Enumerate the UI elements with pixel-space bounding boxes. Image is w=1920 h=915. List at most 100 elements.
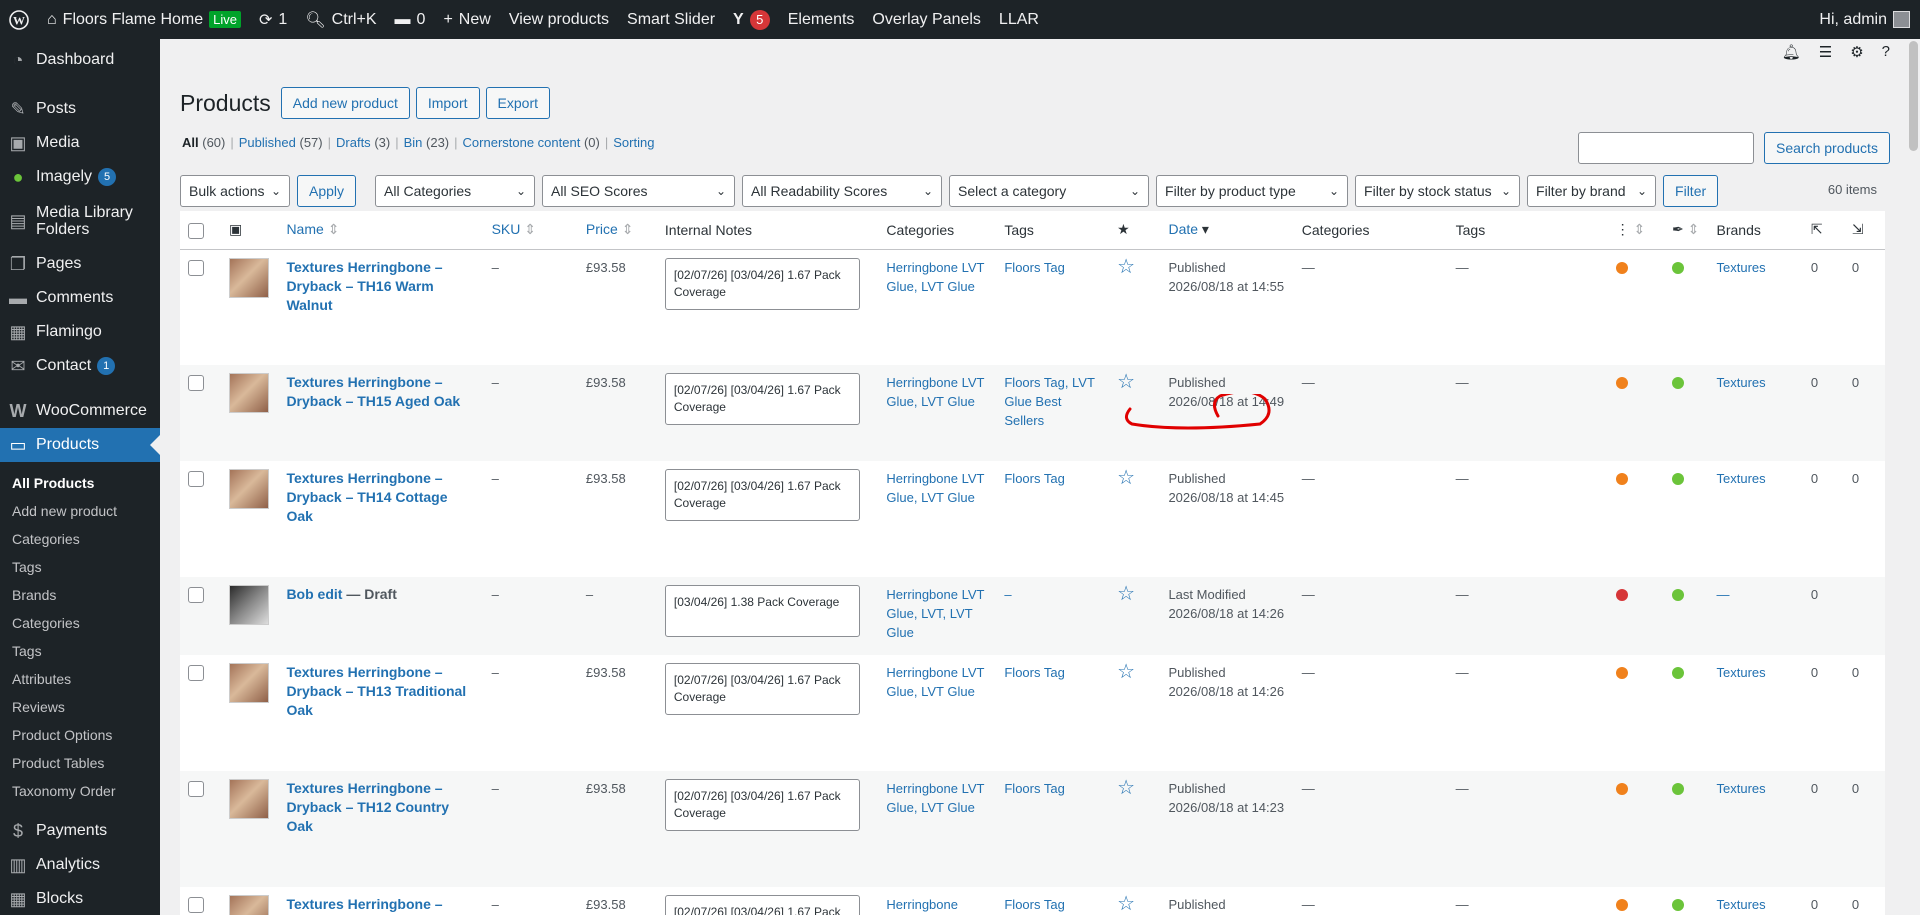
overlay-panels-link[interactable]: Overlay Panels (863, 0, 990, 39)
internal-notes-field[interactable]: [02/07/26] [03/04/26] 1.67 Pack Coverage (664, 663, 860, 715)
featured-star-icon[interactable]: ☆ (1117, 256, 1135, 278)
wordpress-logo-icon[interactable]: W (0, 0, 38, 39)
tags-link[interactable]: Floors Tag, LVT Glue Best Sellers (1004, 375, 1094, 428)
price-column[interactable]: Price ⇕ (577, 211, 657, 250)
name-header[interactable]: Name (286, 221, 323, 237)
menu-payments[interactable]: $ Payments (0, 814, 160, 848)
product-title-link[interactable]: Bob edit (286, 586, 342, 602)
menu-products[interactable]: ▭ Products (0, 428, 160, 462)
internal-notes-field[interactable]: [02/07/26] [03/04/26] 1.67 Pack Coverage (664, 257, 860, 310)
product-thumbnail[interactable] (229, 585, 270, 625)
export-button[interactable]: Export (485, 87, 550, 119)
brand-link[interactable]: Textures (1717, 781, 1766, 796)
product-type-select[interactable]: Filter by product type ⌄ (1156, 175, 1349, 207)
seo-scores-select[interactable]: All SEO Scores ⌄ (542, 175, 736, 207)
product-thumbnail[interactable] (229, 895, 270, 915)
sku-header[interactable]: SKU (492, 221, 521, 237)
menu-dashboard[interactable]: ◔ Dashboard (0, 43, 160, 77)
gear-icon[interactable]: ⚙ (1850, 43, 1863, 61)
llar-link[interactable]: LLAR (990, 0, 1048, 39)
tags-link[interactable]: Floors Tag (1004, 665, 1064, 680)
product-thumbnail[interactable] (229, 663, 270, 703)
view-products-link[interactable]: View products (500, 0, 618, 39)
readability-select[interactable]: All Readability Scores ⌄ (742, 175, 943, 207)
search-input[interactable] (1578, 132, 1754, 164)
menu-flamingo[interactable]: ▦ Flamingo (0, 315, 160, 349)
featured-star-icon[interactable]: ☆ (1117, 371, 1135, 393)
view-cornerstone[interactable]: Cornerstone content (0) (463, 135, 600, 150)
menu-woocommerce[interactable]: W WooCommerce (0, 394, 160, 428)
yoast-link[interactable]: Y 5 (724, 0, 779, 39)
date-header[interactable]: Date (1168, 221, 1198, 237)
submenu-add-new-product[interactable]: Add new product (12, 503, 117, 519)
row-checkbox[interactable] (188, 897, 204, 913)
list-icon[interactable]: ☰ (1819, 43, 1832, 61)
product-thumbnail[interactable] (229, 257, 270, 298)
menu-media[interactable]: ▣ Media (0, 126, 160, 160)
submenu-all-products[interactable]: All Products (12, 475, 94, 491)
tags-link[interactable]: – (1004, 587, 1011, 602)
product-title-link[interactable]: Textures Herringbone – (286, 896, 442, 912)
featured-star-icon[interactable]: ☆ (1117, 661, 1135, 683)
view-all[interactable]: All (60) (182, 135, 225, 150)
select-all-checkbox[interactable] (188, 222, 204, 239)
submenu-categories-2[interactable]: Categories (12, 615, 80, 631)
menu-media-library-folders[interactable]: ▤ Media Library Folders (0, 199, 160, 243)
row-checkbox[interactable] (188, 471, 204, 487)
submenu-tags-2[interactable]: Tags (12, 643, 42, 659)
filter-button[interactable]: Filter (1663, 175, 1719, 207)
product-title-link[interactable]: Textures Herringbone – Dryback – TH14 Co… (286, 470, 447, 524)
brand-link[interactable]: — (1717, 587, 1730, 602)
command-search[interactable]: 🔍︎ Ctrl+K (296, 0, 385, 39)
categories-link[interactable]: Herringbone LVT Glue, LVT Glue (886, 471, 984, 505)
featured-star-icon[interactable]: ☆ (1117, 467, 1135, 489)
view-drafts[interactable]: Drafts (3) (336, 135, 390, 150)
row-checkbox[interactable] (188, 259, 204, 276)
categories-link[interactable]: Herringbone LVT Glue, LVT, LVT Glue (886, 587, 984, 640)
search-products-button[interactable]: Search products (1764, 132, 1890, 164)
menu-blocks[interactable]: ▦ Blocks (0, 882, 160, 915)
product-title-link[interactable]: Textures Herringbone – Dryback – TH16 Wa… (286, 259, 442, 313)
help-icon[interactable]: ? (1882, 43, 1890, 61)
my-account[interactable]: Hi, admin (1810, 0, 1920, 39)
internal-notes-field[interactable]: [03/04/26] 1.38 Pack Coverage (664, 585, 860, 637)
comments-link[interactable]: ▬ 0 (386, 0, 435, 39)
updates-link[interactable]: ⟳ 1 (250, 0, 296, 39)
categories-link[interactable]: Herringbone LVT Glue, LVT Glue (886, 665, 984, 699)
submenu-reviews[interactable]: Reviews (12, 699, 65, 715)
categories-link[interactable]: Herringbone LVT Glue, LVT Glue (886, 781, 984, 815)
product-thumbnail[interactable] (229, 373, 270, 413)
bulk-actions-select[interactable]: Bulk actions ⌄ (180, 175, 290, 207)
categories-link[interactable]: Herringbone (886, 897, 958, 912)
add-new-product-button[interactable]: Add new product (280, 87, 410, 119)
brand-link[interactable]: Textures (1717, 897, 1766, 912)
new-content-link[interactable]: + New (434, 0, 499, 39)
seo-column[interactable]: ⋮ ⇕ (1607, 211, 1665, 250)
tags-link[interactable]: Floors Tag (1004, 897, 1064, 912)
product-title-link[interactable]: Textures Herringbone – Dryback – TH15 Ag… (286, 374, 460, 409)
menu-analytics[interactable]: ▥ Analytics (0, 848, 160, 882)
row-checkbox[interactable] (188, 587, 204, 603)
submenu-product-options[interactable]: Product Options (12, 727, 112, 743)
site-name-link[interactable]: ⌂ Floors Flame Home Live (38, 0, 250, 39)
brand-select[interactable]: Filter by brand ⌄ (1527, 175, 1657, 207)
product-thumbnail[interactable] (229, 469, 270, 509)
readability-column[interactable]: ✒ ⇕ (1664, 211, 1709, 250)
notification-icon[interactable]: 🔔︎ (1782, 43, 1801, 61)
brand-link[interactable]: Textures (1717, 375, 1766, 390)
inbound-links-column[interactable]: ⇱ (1802, 211, 1844, 250)
name-column[interactable]: Name ⇕ (278, 211, 484, 250)
view-sorting[interactable]: Sorting (613, 135, 654, 150)
outbound-links-column[interactable]: ⇲ (1843, 211, 1885, 250)
view-published[interactable]: Published (57) (239, 135, 323, 150)
all-categories-select[interactable]: All Categories ⌄ (375, 175, 536, 207)
row-checkbox[interactable] (188, 781, 204, 797)
tags-link[interactable]: Floors Tag (1004, 260, 1064, 275)
brand-link[interactable]: Textures (1717, 471, 1766, 486)
menu-comments[interactable]: ▬ Comments (0, 281, 160, 315)
row-checkbox[interactable] (188, 375, 204, 391)
elements-link[interactable]: Elements (779, 0, 864, 39)
stock-status-select[interactable]: Filter by stock status ⌄ (1355, 175, 1521, 207)
submenu-categories[interactable]: Categories (12, 531, 80, 547)
smart-slider-link[interactable]: Smart Slider (618, 0, 724, 39)
